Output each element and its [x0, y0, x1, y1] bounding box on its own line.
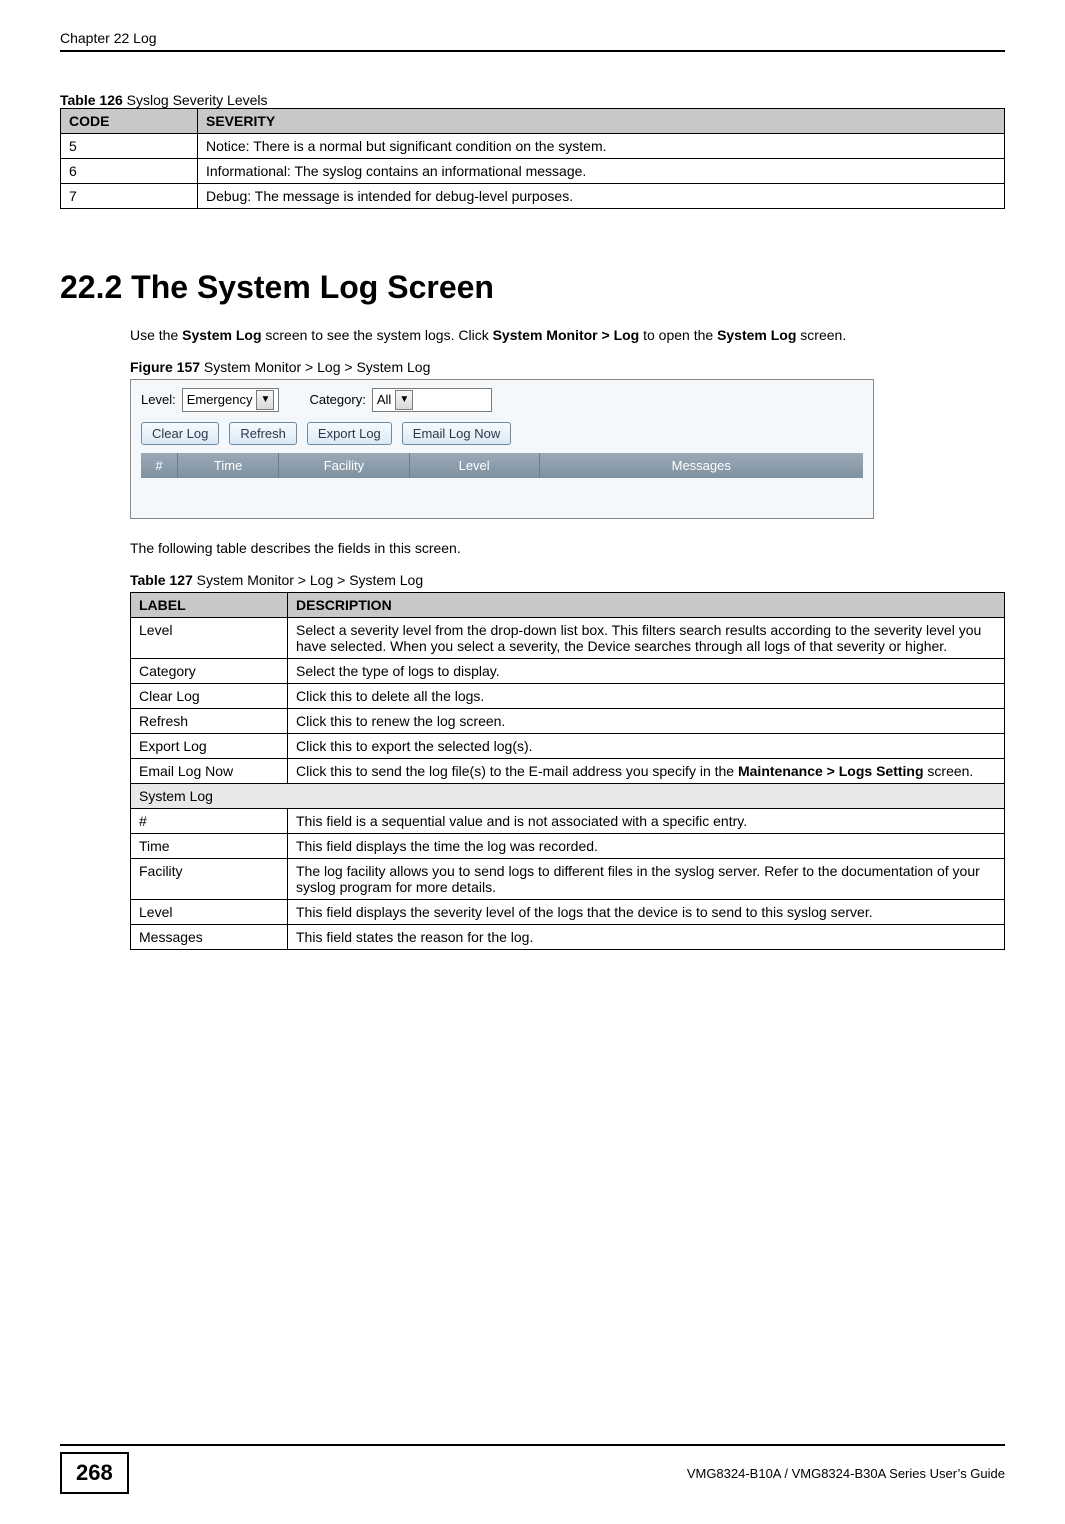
severity-cell: Informational: The syslog contains an in… — [198, 159, 1005, 184]
table126-caption: Table 126 Syslog Severity Levels — [60, 92, 1005, 108]
label-cell: Clear Log — [131, 683, 288, 708]
level-dropdown[interactable]: Emergency ▼ — [182, 388, 280, 412]
page-footer: 268 VMG8324-B10A / VMG8324-B30A Series U… — [60, 1444, 1005, 1494]
table126-head-severity: SEVERITY — [198, 109, 1005, 134]
desc-cell: This field displays the severity level o… — [288, 899, 1005, 924]
section-heading: 22.2 The System Log Screen — [60, 269, 1005, 306]
desc-cell: This field states the reason for the log… — [288, 924, 1005, 949]
desc-cell: The log facility allows you to send logs… — [288, 858, 1005, 899]
table127-caption-rest: System Monitor > Log > System Log — [193, 572, 423, 588]
desc-cell: Select a severity level from the drop-do… — [288, 617, 1005, 658]
table-row: Export Log Click this to export the sele… — [131, 733, 1005, 758]
desc-cell: Click this to delete all the logs. — [288, 683, 1005, 708]
code-cell: 6 — [61, 159, 198, 184]
running-header: Chapter 22 Log — [60, 30, 1005, 52]
col-facility: Facility — [279, 453, 409, 478]
table127-head-label: LABEL — [131, 592, 288, 617]
desc-cell: Click this to send the log file(s) to th… — [288, 758, 1005, 783]
table-row: Refresh Click this to renew the log scre… — [131, 708, 1005, 733]
table-row: Category Select the type of logs to disp… — [131, 658, 1005, 683]
label-cell: Export Log — [131, 733, 288, 758]
table127-head-desc: DESCRIPTION — [288, 592, 1005, 617]
table-row: Level Select a severity level from the d… — [131, 617, 1005, 658]
table-row: Level This field displays the severity l… — [131, 899, 1005, 924]
desc-cell: This field is a sequential value and is … — [288, 808, 1005, 833]
severity-cell: Debug: The message is intended for debug… — [198, 184, 1005, 209]
label-cell: Messages — [131, 924, 288, 949]
col-number: # — [141, 453, 178, 478]
label-cell: Facility — [131, 858, 288, 899]
level-label: Level: — [141, 392, 176, 407]
table126-caption-rest: Syslog Severity Levels — [123, 92, 268, 108]
code-cell: 5 — [61, 134, 198, 159]
table127: LABEL DESCRIPTION Level Select a severit… — [130, 592, 1005, 950]
col-time: Time — [178, 453, 279, 478]
export-log-button[interactable]: Export Log — [307, 422, 392, 445]
system-log-screenshot: Level: Emergency ▼ Category: All ▼ Clear… — [130, 379, 874, 519]
table127-intro: The following table describes the fields… — [130, 539, 1005, 558]
figure157-caption-rest: System Monitor > Log > System Log — [200, 359, 430, 375]
refresh-button[interactable]: Refresh — [229, 422, 297, 445]
desc-cell: Click this to export the selected log(s)… — [288, 733, 1005, 758]
figure157-caption: Figure 157 System Monitor > Log > System… — [130, 359, 1005, 375]
col-level: Level — [410, 453, 540, 478]
category-dropdown[interactable]: All ▼ — [372, 388, 492, 412]
table126-caption-bold: Table 126 — [60, 92, 123, 108]
table-row: Email Log Now Click this to send the log… — [131, 758, 1005, 783]
severity-cell: Notice: There is a normal but significan… — [198, 134, 1005, 159]
page-number: 268 — [60, 1452, 129, 1494]
chevron-down-icon: ▼ — [256, 390, 274, 410]
table-row: # This field is a sequential value and i… — [131, 808, 1005, 833]
table127-section-row: System Log — [131, 783, 1005, 808]
table-row: Clear Log Click this to delete all the l… — [131, 683, 1005, 708]
table-row: 5 Notice: There is a normal but signific… — [61, 134, 1005, 159]
category-label: Category: — [309, 392, 365, 407]
label-cell: Level — [131, 617, 288, 658]
label-cell: Time — [131, 833, 288, 858]
figure157-caption-bold: Figure 157 — [130, 359, 200, 375]
clear-log-button[interactable]: Clear Log — [141, 422, 219, 445]
label-cell: Level — [131, 899, 288, 924]
label-cell: # — [131, 808, 288, 833]
section-cell: System Log — [131, 783, 1005, 808]
label-cell: Category — [131, 658, 288, 683]
table126-head-code: CODE — [61, 109, 198, 134]
level-dropdown-value: Emergency — [187, 392, 253, 407]
table-row: Time This field displays the time the lo… — [131, 833, 1005, 858]
desc-cell: This field displays the time the log was… — [288, 833, 1005, 858]
table-row: 7 Debug: The message is intended for deb… — [61, 184, 1005, 209]
intro-paragraph: Use the System Log screen to see the sys… — [130, 326, 1005, 345]
code-cell: 7 — [61, 184, 198, 209]
category-dropdown-value: All — [377, 392, 391, 407]
table-row: Messages This field states the reason fo… — [131, 924, 1005, 949]
table126: CODE SEVERITY 5 Notice: There is a norma… — [60, 108, 1005, 209]
table127-caption-bold: Table 127 — [130, 572, 193, 588]
desc-cell: Click this to renew the log screen. — [288, 708, 1005, 733]
guide-title: VMG8324-B10A / VMG8324-B30A Series User’… — [687, 1466, 1005, 1481]
desc-cell: Select the type of logs to display. — [288, 658, 1005, 683]
table-row: Facility The log facility allows you to … — [131, 858, 1005, 899]
col-messages: Messages — [540, 453, 863, 478]
email-log-now-button[interactable]: Email Log Now — [402, 422, 511, 445]
log-grid-header: # Time Facility Level Messages — [141, 453, 863, 478]
table-row: 6 Informational: The syslog contains an … — [61, 159, 1005, 184]
table127-caption: Table 127 System Monitor > Log > System … — [130, 572, 1005, 588]
chevron-down-icon: ▼ — [395, 390, 413, 410]
label-cell: Email Log Now — [131, 758, 288, 783]
label-cell: Refresh — [131, 708, 288, 733]
